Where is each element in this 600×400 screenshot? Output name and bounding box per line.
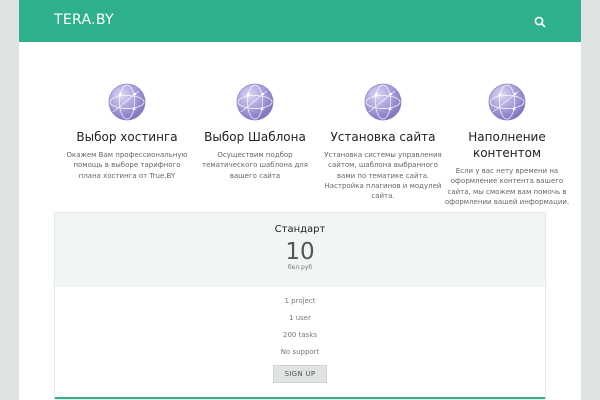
plan-features-list: 1 project 1 user 200 tasks No support	[55, 287, 545, 356]
feature-content: Наполнение контентом Если у вас нету вре…	[427, 83, 587, 207]
pricing-table: Стандарт 10 бел.руб 1 project 1 user 200…	[54, 212, 546, 400]
search-icon	[534, 16, 546, 28]
feature-title: Выбор Шаблона	[204, 130, 306, 144]
feature-description: Если у вас нету времени на оформление ко…	[444, 167, 570, 206]
feature-title: Наполнение контентом	[468, 130, 546, 160]
plan-currency: бел.руб	[287, 264, 313, 271]
top-navbar: TERA.BY	[19, 0, 581, 42]
plan-feature-item: 1 project	[284, 297, 316, 305]
globe-icon	[364, 83, 402, 121]
plan-price: 10	[285, 239, 315, 265]
globe-icon	[108, 83, 146, 121]
plan-feature-item: No support	[280, 348, 320, 356]
brand-logo-link[interactable]: TERA.BY	[54, 12, 114, 28]
pricing-header: Стандарт 10 бел.руб	[55, 213, 545, 287]
feature-description: Окажем Вам профессиональную помощь в выб…	[66, 151, 188, 180]
plan-feature-item: 200 tasks	[283, 331, 317, 339]
feature-template: Выбор Шаблона Осуществим подбор тематиче…	[191, 83, 319, 181]
feature-title: Выбор хостинга	[76, 130, 178, 144]
pricing-accent-bar	[55, 397, 545, 399]
globe-icon	[236, 83, 274, 121]
search-button[interactable]	[533, 14, 547, 28]
main-content: Выбор хостинга Окажем Вам профессиональн…	[19, 42, 581, 400]
feature-hosting: Выбор хостинга Окажем Вам профессиональн…	[63, 83, 191, 181]
sign-up-button[interactable]: SIGN UP	[273, 365, 327, 383]
plan-feature-item: 1 user	[289, 314, 311, 322]
globe-icon	[488, 83, 526, 121]
plan-name: Стандарт	[274, 224, 326, 235]
feature-description: Осуществим подбор тематического шаблона …	[202, 151, 308, 180]
